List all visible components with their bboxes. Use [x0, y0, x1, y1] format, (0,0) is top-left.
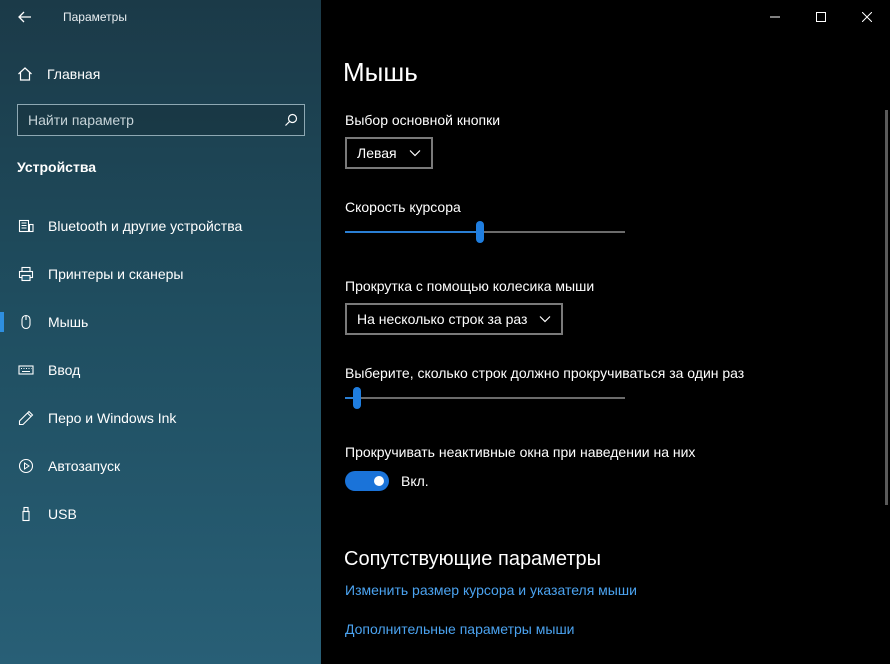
- back-arrow-icon: [18, 11, 31, 23]
- primary-button-label: Выбор основной кнопки: [345, 112, 501, 128]
- sidebar-item-label: Мышь: [48, 314, 89, 330]
- app-title: Параметры: [63, 10, 127, 24]
- slider-track: [345, 397, 625, 399]
- toggle-state-label: Вкл.: [401, 473, 429, 489]
- keyboard-icon: [17, 361, 35, 379]
- inactive-scroll-toggle[interactable]: [345, 471, 389, 491]
- maximize-button[interactable]: [798, 0, 844, 34]
- lines-to-scroll-label: Выберите, сколько строк должно прокручив…: [345, 365, 745, 381]
- sidebar-item-label: Bluetooth и другие устройства: [48, 218, 243, 234]
- dropdown-value: На несколько строк за раз: [357, 311, 528, 327]
- search-box[interactable]: [17, 104, 305, 136]
- sidebar-nav: Bluetooth и другие устройства Принтеры и…: [0, 202, 321, 538]
- sidebar: Параметры Главная Устройства Bluetooth и…: [0, 0, 321, 664]
- scrollbar[interactable]: [885, 110, 888, 505]
- slider-fill: [345, 397, 353, 399]
- minimize-button[interactable]: [752, 0, 798, 34]
- primary-button-dropdown[interactable]: Левая: [345, 137, 433, 169]
- sidebar-item-usb[interactable]: USB: [0, 490, 321, 538]
- slider-thumb[interactable]: [353, 387, 361, 409]
- sidebar-item-mouse[interactable]: Мышь: [0, 298, 321, 346]
- window-controls: [752, 0, 890, 34]
- mouse-icon: [17, 313, 35, 331]
- chevron-down-icon: [409, 149, 421, 157]
- pen-icon: [17, 409, 35, 427]
- close-button[interactable]: [844, 0, 890, 34]
- main-content: Мышь Выбор основной кнопки Левая Скорост…: [321, 0, 890, 664]
- usb-icon: [17, 505, 35, 523]
- toggle-knob: [374, 476, 384, 486]
- slider-fill: [345, 231, 476, 233]
- close-icon: [862, 12, 872, 22]
- sidebar-item-printers[interactable]: Принтеры и сканеры: [0, 250, 321, 298]
- home-icon: [16, 65, 34, 83]
- sidebar-item-bluetooth[interactable]: Bluetooth и другие устройства: [0, 202, 321, 250]
- sidebar-item-label: Принтеры и сканеры: [48, 266, 184, 282]
- page-title: Мышь: [343, 57, 418, 87]
- inactive-scroll-toggle-row: Вкл.: [345, 471, 429, 491]
- section-title: Устройства: [17, 159, 97, 175]
- sidebar-item-label: Главная: [47, 66, 101, 82]
- cursor-speed-label: Скорость курсора: [345, 199, 461, 215]
- minimize-icon: [770, 16, 780, 18]
- sidebar-item-typing[interactable]: Ввод: [0, 346, 321, 394]
- sidebar-item-label: USB: [48, 506, 77, 522]
- sidebar-item-label: Перо и Windows Ink: [48, 410, 177, 426]
- lines-to-scroll-slider[interactable]: [345, 386, 625, 410]
- search-input[interactable]: [18, 105, 278, 135]
- autoplay-icon: [17, 457, 35, 475]
- sidebar-item-home[interactable]: Главная: [16, 62, 100, 86]
- slider-thumb[interactable]: [476, 221, 484, 243]
- titlebar: Параметры: [0, 0, 321, 34]
- sidebar-item-label: Автозапуск: [48, 458, 121, 474]
- cursor-speed-slider[interactable]: [345, 220, 625, 244]
- sidebar-item-pen[interactable]: Перо и Windows Ink: [0, 394, 321, 442]
- wheel-scroll-label: Прокрутка с помощью колесика мыши: [345, 278, 595, 294]
- bluetooth-devices-icon: [17, 217, 35, 235]
- sidebar-item-autoplay[interactable]: Автозапуск: [0, 442, 321, 490]
- additional-mouse-options-link[interactable]: Дополнительные параметры мыши: [345, 621, 575, 637]
- search-icon[interactable]: [278, 105, 304, 135]
- chevron-down-icon: [539, 315, 551, 323]
- wheel-scroll-dropdown[interactable]: На несколько строк за раз: [345, 303, 564, 335]
- maximize-icon: [816, 12, 826, 22]
- dropdown-value: Левая: [357, 145, 397, 161]
- cursor-size-link[interactable]: Изменить размер курсора и указателя мыши: [345, 582, 637, 598]
- related-settings-title: Сопутствующие параметры: [344, 548, 602, 570]
- inactive-scroll-label: Прокручивать неактивные окна при наведен…: [345, 444, 696, 460]
- printer-icon: [17, 265, 35, 283]
- back-button[interactable]: [14, 6, 36, 28]
- sidebar-item-label: Ввод: [48, 362, 81, 378]
